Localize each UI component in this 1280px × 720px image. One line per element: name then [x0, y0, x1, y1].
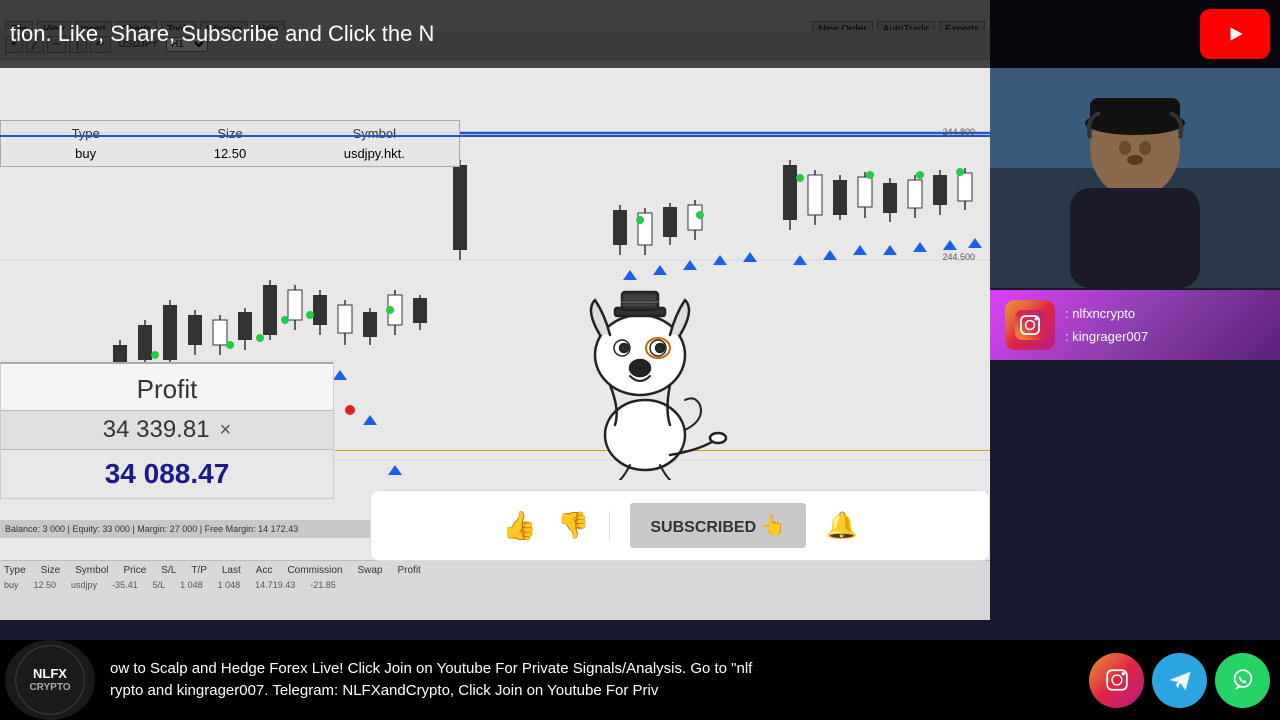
col-sl: S/L: [161, 565, 176, 576]
symbol-value: usdjpy.hkt.: [305, 146, 444, 161]
profit-panel: Profit 34 339.81 × 34 088.47: [0, 362, 334, 499]
col-size: Size: [41, 565, 60, 576]
svg-text:244.500: 244.500: [942, 252, 975, 262]
col-price: Price: [124, 565, 147, 576]
col-tp: T/P: [191, 565, 207, 576]
col-profit-col: Profit: [397, 565, 420, 576]
horizontal-indicator-line: [0, 135, 990, 137]
col-type: Type: [4, 565, 26, 576]
notification-bell-button[interactable]: 🔔: [826, 510, 858, 541]
like-button[interactable]: 👍: [502, 509, 537, 542]
profit-value-row: 34 339.81 ×: [1, 410, 333, 450]
dog-mascot-animation: [540, 280, 740, 480]
bottom-scrolling-bar: NLFX CRYPTO ow to Scalp and Hedge Forex …: [0, 640, 1280, 720]
col-acc: Acc: [256, 565, 273, 576]
order-acc2: 1 048: [218, 580, 241, 590]
social-info-box: : nlfxncrypto : kingrager007: [990, 290, 1280, 360]
social-handles-text: : nlfxncrypto : kingrager007: [1065, 302, 1148, 349]
col-swap: Swap: [357, 565, 382, 576]
size-header: Size: [160, 126, 299, 141]
webcam-feed: [990, 68, 1280, 288]
symbol-header: Symbol: [305, 126, 444, 141]
right-panel: : nlfxncrypto : kingrager007: [990, 0, 1280, 620]
profit-total: 34 088.47: [1, 450, 333, 498]
col-commission: Commission: [287, 565, 342, 576]
orders-row: buy 12.50 usdjpy -35.41 5/L 1 048 1 048 …: [0, 580, 990, 590]
instagram-logo-icon: [1005, 300, 1055, 350]
instagram-handle1: : nlfxncrypto: [1065, 302, 1148, 325]
order-swap-val: -21.85: [310, 580, 336, 590]
subscribed-button[interactable]: SUBSCRIBED 👆: [630, 503, 805, 548]
presenter-video: [990, 68, 1280, 288]
order-type: buy: [4, 580, 19, 590]
col-symbol: Symbol: [75, 565, 108, 576]
yt-notification-text: tion. Like, Share, Subscribe and Click t…: [0, 21, 1200, 47]
col-last: Last: [222, 565, 241, 576]
status-text: Balance: 3 000 | Equity: 33 000 | Margin…: [5, 524, 298, 534]
orders-table: Type Size Symbol Price S/L T/P Last Acc …: [0, 561, 990, 580]
order-profit-val: 14.719.43: [255, 580, 295, 590]
close-position-button[interactable]: ×: [220, 419, 232, 442]
youtube-logo: [1200, 9, 1270, 59]
profit-amount: 34 339.81: [103, 416, 210, 444]
trade-info-panel: Type Size Symbol buy 12.50 usdjpy.hkt.: [0, 120, 460, 167]
order-size: 12.50: [34, 580, 57, 590]
bottom-instagram-icon[interactable]: [1089, 653, 1144, 708]
order-last: 1 048: [180, 580, 203, 590]
bottom-social-icons: [1089, 653, 1280, 708]
chart-bottom-panel: Type Size Symbol Price S/L T/P Last Acc …: [0, 560, 990, 620]
size-value: 12.50: [160, 146, 299, 161]
type-header: Type: [16, 126, 155, 141]
bottom-telegram-icon[interactable]: [1152, 653, 1207, 708]
cursor-icon: 👆: [761, 515, 786, 537]
bottom-whatsapp-icon[interactable]: [1215, 653, 1270, 708]
order-symbol: usdjpy: [71, 580, 97, 590]
bottom-scroll-text: ow to Scalp and Hedge Forex Live! Click …: [100, 658, 1089, 703]
youtube-notification-bar: tion. Like, Share, Subscribe and Click t…: [0, 0, 1280, 68]
profit-label: Profit: [1, 364, 333, 410]
dislike-button[interactable]: 👎: [557, 510, 589, 541]
nlfx-logo: NLFX CRYPTO: [5, 640, 95, 720]
instagram-handle2: : kingrager007: [1065, 325, 1148, 348]
order-sl: 5/L: [153, 580, 166, 590]
type-value: buy: [16, 146, 155, 161]
nlfx-logo-text: NLFX CRYPTO: [10, 666, 90, 694]
subscribe-interaction-row: 👍 👎 SUBSCRIBED 👆 🔔: [370, 490, 990, 561]
order-price: -35.41: [112, 580, 138, 590]
divider: [609, 511, 610, 541]
